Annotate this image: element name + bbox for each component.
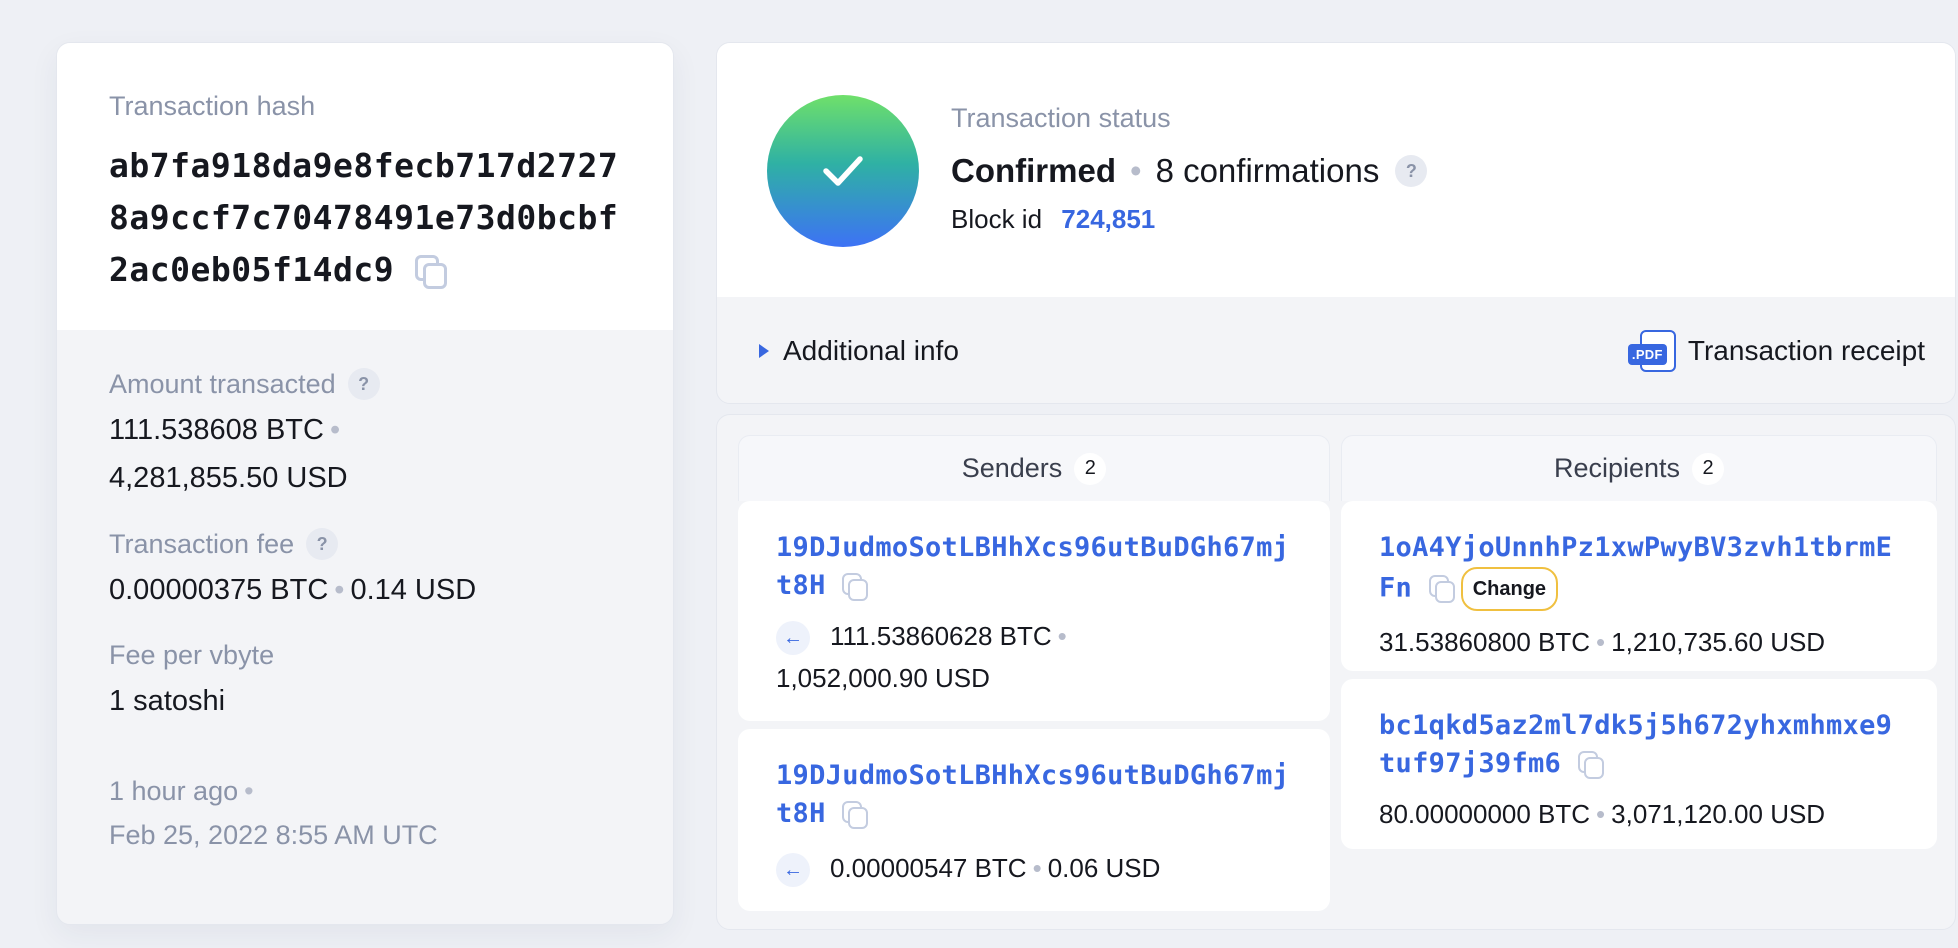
arrow-left-icon: ← [776, 621, 810, 656]
recipients-column: Recipients 2 1oA4YjoUnnhPz1xwPwyBV3zvh1t… [1341, 435, 1937, 857]
hash-value: ab7fa918da9e8fecb717d27278a9ccf7c7047849… [109, 146, 619, 289]
separator-dot: • [329, 414, 341, 446]
pdf-icon: .PDF [1627, 330, 1676, 372]
transaction-time: 1 hour ago • Feb 25, 2022 8:55 AM UTC [109, 769, 623, 857]
senders-count: 2 [1074, 452, 1107, 485]
recipient-amount-usd: 1,210,735.60 USD [1611, 627, 1826, 657]
recipient-address: bc1qkd5az2ml7dk5j5h672yhxmhmxe9tuf97j39f… [1379, 707, 1901, 783]
recipient-address: 1oA4YjoUnnhPz1xwPwyBV3zvh1tbrmEFn Change [1379, 529, 1901, 611]
sender-amount-usd: 0.06 USD [1047, 853, 1161, 883]
additional-info-toggle[interactable]: Additional info [759, 335, 959, 367]
hash-label: Transaction hash [109, 91, 316, 121]
status-label: Transaction status [951, 103, 1171, 133]
amount-label-row: Amount transacted ? [109, 368, 623, 400]
separator-dot: • [244, 776, 254, 806]
sender-item: 19DJudmoSotLBHhXcs96utBuDGh67mjt8H ← 0.00… [738, 729, 1330, 911]
recipient-amount-btc: 80.00000000 BTC [1379, 799, 1591, 829]
change-badge: Change [1460, 567, 1559, 611]
sender-address: 19DJudmoSotLBHhXcs96utBuDGh67mjt8H [776, 757, 1294, 833]
separator-dot: • [1032, 853, 1042, 883]
fee-per-vbyte-block: Fee per vbyte 1 satoshi [109, 640, 623, 725]
confirmations: 8 confirmations [1155, 152, 1380, 189]
sender-amount: ← 111.53860628 BTC • 1,052,000.90 USD [776, 615, 1294, 699]
status-bottom: Additional info .PDF Transaction receipt [717, 297, 1955, 403]
fee-per-vbyte-label: Fee per vbyte [109, 640, 275, 670]
fee-label-row: Transaction fee ? [109, 528, 623, 560]
pdf-tag: .PDF [1627, 344, 1667, 365]
recipient-item: bc1qkd5az2ml7dk5j5h672yhxmhmxe9tuf97j39f… [1341, 679, 1937, 849]
recipient-item: 1oA4YjoUnnhPz1xwPwyBV3zvh1tbrmEFn Change… [1341, 501, 1937, 671]
arrow-left-icon: ← [776, 853, 810, 888]
separator-dot: • [334, 574, 345, 606]
separator-dot: • [1057, 621, 1067, 651]
transaction-hash: ab7fa918da9e8fecb717d27278a9ccf7c7047849… [109, 140, 619, 296]
fee-btc: 0.00000375 BTC [109, 574, 329, 606]
recipient-amount: 31.53860800 BTC • 1,210,735.60 USD [1379, 621, 1901, 663]
recipients-count: 2 [1692, 452, 1725, 485]
recipient-amount-usd: 3,071,120.00 USD [1611, 799, 1826, 829]
recipient-amount-btc: 31.53860800 BTC [1379, 627, 1591, 657]
senders-title: Senders [961, 453, 1063, 483]
senders-column: Senders 2 19DJudmoSotLBHhXcs96utBuDGh67m… [738, 435, 1330, 919]
block-line: Block id 724,851 [951, 204, 1427, 235]
sender-amount: ← 0.00000547 BTC • 0.06 USD [776, 847, 1294, 889]
sender-amount-usd: 1,052,000.90 USD [776, 663, 990, 693]
copy-icon[interactable] [842, 572, 869, 601]
block-id-link[interactable]: 724,851 [1061, 204, 1155, 234]
fee-label: Transaction fee [109, 528, 295, 559]
status-state: Confirmed [951, 152, 1116, 189]
amount-usd: 4,281,855.50 USD [109, 462, 348, 494]
transaction-summary-card: Transaction hash ab7fa918da9e8fecb717d27… [56, 42, 674, 925]
fee-per-vbyte-value: 1 satoshi [109, 685, 226, 717]
status-main: Confirmed • 8 confirmations ? [951, 152, 1428, 190]
sender-address: 19DJudmoSotLBHhXcs96utBuDGh67mjt8H [776, 529, 1294, 605]
sender-item: 19DJudmoSotLBHhXcs96utBuDGh67mjt8H ← 111.… [738, 501, 1330, 721]
check-icon [823, 156, 863, 186]
amount-btc: 111.538608 BTC [109, 414, 324, 446]
status-card: Transaction status Confirmed • 8 confirm… [716, 42, 1956, 404]
receipt-label: Transaction receipt [1687, 335, 1925, 366]
recipients-title: Recipients [1553, 453, 1681, 483]
confirmed-status-indicator [767, 95, 919, 247]
separator-dot: • [1130, 152, 1142, 189]
time-ago: 1 hour ago [109, 776, 239, 806]
timestamp: Feb 25, 2022 8:55 AM UTC [109, 820, 438, 850]
details-section: Amount transacted ? 111.538608 BTC • 4,28… [57, 330, 673, 857]
help-icon[interactable]: ? [306, 528, 339, 560]
status-info: Transaction status Confirmed • 8 confirm… [951, 103, 1428, 235]
address-link[interactable]: bc1qkd5az2ml7dk5j5h672yhxmhmxe9tuf97j39f… [1379, 710, 1892, 779]
caret-right-icon [759, 344, 769, 358]
amount-value: 111.538608 BTC • 4,281,855.50 USD [109, 406, 623, 502]
fee-usd: 0.14 USD [350, 574, 477, 606]
additional-info-label: Additional info [783, 335, 959, 366]
sender-amount-btc: 0.00000547 BTC [830, 853, 1027, 883]
copy-icon[interactable] [1577, 750, 1604, 779]
status-top: Transaction status Confirmed • 8 confirm… [717, 43, 1955, 297]
help-icon[interactable]: ? [347, 368, 380, 400]
amount-block: Amount transacted ? 111.538608 BTC • 4,28… [109, 368, 623, 502]
fee-block: Transaction fee ? 0.00000375 BTC • 0.14 US… [109, 528, 623, 614]
parties-card: Senders 2 19DJudmoSotLBHhXcs96utBuDGh67m… [716, 414, 1956, 930]
transaction-receipt-button[interactable]: .PDF Transaction receipt [1627, 330, 1925, 372]
address-link[interactable]: 1oA4YjoUnnhPz1xwPwyBV3zvh1tbrmEFn [1379, 532, 1892, 604]
separator-dot: • [1596, 627, 1606, 657]
sender-amount-btc: 111.53860628 BTC [830, 621, 1052, 651]
copy-icon[interactable] [414, 254, 447, 289]
fee-value: 0.00000375 BTC • 0.14 USD [109, 566, 623, 614]
recipient-amount: 80.00000000 BTC • 3,071,120.00 USD [1379, 793, 1901, 835]
help-icon[interactable]: ? [1395, 155, 1428, 187]
copy-icon[interactable] [842, 800, 869, 829]
hash-section: Transaction hash ab7fa918da9e8fecb717d27… [57, 43, 673, 330]
amount-label: Amount transacted [109, 368, 336, 399]
block-label: Block id [951, 204, 1043, 234]
copy-icon[interactable] [1428, 575, 1455, 603]
separator-dot: • [1596, 799, 1606, 829]
recipients-header: Recipients 2 [1341, 435, 1937, 501]
senders-header: Senders 2 [738, 435, 1330, 501]
